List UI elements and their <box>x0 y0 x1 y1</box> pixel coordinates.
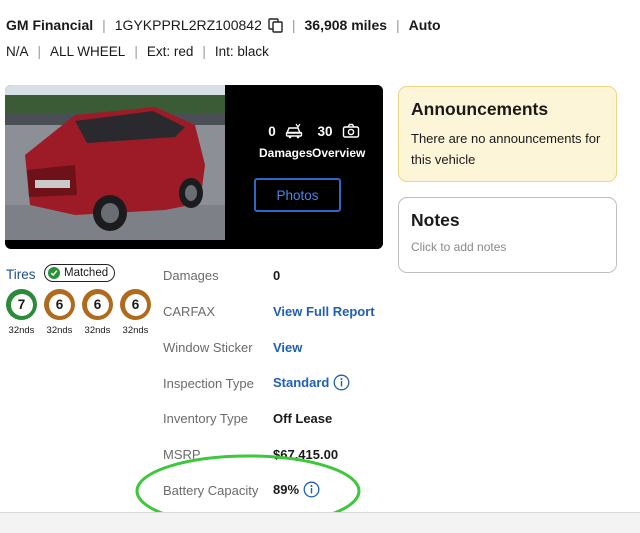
damages-detail-value: 0 <box>273 268 281 283</box>
tire-tread-unit: 32nds <box>122 325 149 336</box>
damages-label: Damages <box>259 146 313 160</box>
carfax-report-link[interactable]: View Full Report <box>273 304 375 319</box>
vehicle-summary-line: GM Financial | 1GYKPPRL2RZ100842 | 36,90… <box>6 17 441 33</box>
tire-gauge: 6 <box>120 289 151 320</box>
tire-gauge: 6 <box>82 289 113 320</box>
media-panel: 0 Damages 30 Overview Photos <box>225 85 383 249</box>
transmission: Auto <box>408 17 441 33</box>
camera-icon <box>342 123 360 138</box>
overview-stat[interactable]: 30 Overview <box>312 123 366 161</box>
divider: | <box>102 17 106 33</box>
inspection-type-label: Inspection Type <box>163 376 254 391</box>
vehicle-photo[interactable] <box>5 85 225 240</box>
matched-label: Matched <box>64 267 109 279</box>
announcements-text: There are no announcements for this vehi… <box>411 131 601 167</box>
notes-hint: Click to add notes <box>411 240 507 254</box>
tire-tread-unit: 32nds <box>8 325 35 336</box>
photos-button[interactable]: Photos <box>254 178 341 212</box>
divider: | <box>396 17 400 33</box>
inventory-type-label: Inventory Type <box>163 411 249 426</box>
seller-name: GM Financial <box>6 17 94 33</box>
check-icon <box>48 267 60 279</box>
tire-gauge: 7 <box>6 289 37 320</box>
vehicle-spec-line: N/A | ALL WHEEL | Ext: red | Int: black <box>6 44 269 59</box>
carfax-label: CARFAX <box>163 304 216 319</box>
inventory-type-value: Off Lease <box>273 411 333 426</box>
overview-label: Overview <box>312 146 366 160</box>
info-icon[interactable] <box>303 481 320 498</box>
inspection-type-value[interactable]: Standard <box>273 374 350 391</box>
notes-card[interactable]: Notes Click to add notes <box>398 197 617 273</box>
announcements-card: Announcements There are no announcements… <box>398 86 617 182</box>
vehicle-media: 0 Damages 30 Overview Photos <box>5 85 383 249</box>
battery-capacity-text: 89% <box>273 482 300 497</box>
window-sticker-link[interactable]: View <box>273 340 302 355</box>
msrp-label: MSRP <box>163 447 201 462</box>
overview-count: 30 <box>317 123 333 139</box>
divider: | <box>291 17 296 33</box>
damages-count: 0 <box>268 123 276 139</box>
battery-capacity-value: 89% <box>273 481 320 498</box>
engine: N/A <box>6 44 29 59</box>
tire-value: 6 <box>124 293 147 316</box>
interior-color: Int: black <box>214 44 269 59</box>
tire-value: 7 <box>10 293 33 316</box>
tire-tread-unit: 32nds <box>46 325 73 336</box>
exterior-color: Ext: red <box>146 44 194 59</box>
battery-capacity-label: Battery Capacity <box>163 483 259 498</box>
divider: | <box>134 44 138 59</box>
msrp-value: $67,415.00 <box>273 447 339 462</box>
divider: | <box>37 44 42 59</box>
mileage: 36,908 miles <box>304 17 388 33</box>
damages-detail-label: Damages <box>163 268 219 283</box>
tire-value: 6 <box>48 293 71 316</box>
footer-band <box>0 513 640 533</box>
divider: | <box>202 44 206 59</box>
damages-stat[interactable]: 0 Damages <box>259 123 313 161</box>
tire-value: 6 <box>86 293 109 316</box>
announcements-title: Announcements <box>411 99 549 119</box>
vin: 1GYKPPRL2RZ100842 <box>114 17 262 33</box>
inspection-type-text: Standard <box>273 375 330 390</box>
tires-label: Tires <box>6 267 36 282</box>
matched-badge: Matched <box>44 264 116 282</box>
notes-title: Notes <box>411 210 460 230</box>
copy-icon[interactable] <box>268 17 283 33</box>
car-damage-icon <box>285 123 303 139</box>
tire-tread-unit: 32nds <box>84 325 111 336</box>
tire-gauge: 6 <box>44 289 75 320</box>
info-icon[interactable] <box>333 374 350 391</box>
window-sticker-label: Window Sticker <box>163 340 253 355</box>
drivetrain: ALL WHEEL <box>50 44 126 59</box>
